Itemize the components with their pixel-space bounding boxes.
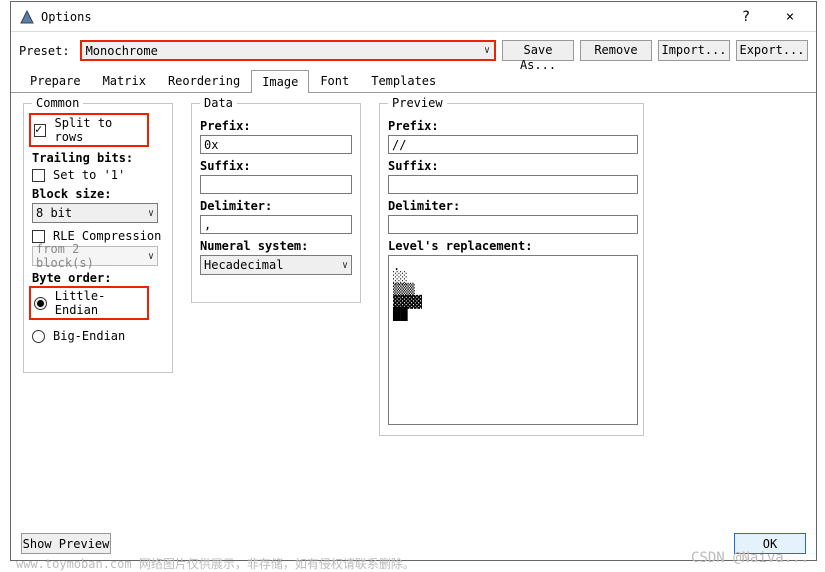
- levels-replacement-input[interactable]: .░░▒▒▒▓▓▓▓██: [388, 255, 638, 425]
- preset-select[interactable]: Monochrome ∨: [80, 40, 496, 61]
- block-size-select[interactable]: 8 bit ∨: [32, 203, 158, 223]
- legend-data: Data: [200, 96, 237, 110]
- legend-common: Common: [32, 96, 83, 110]
- chevron-down-icon: ∨: [142, 251, 154, 262]
- chevron-down-icon: ∨: [142, 208, 154, 219]
- tab-font[interactable]: Font: [309, 69, 360, 92]
- big-endian-label: Big-Endian: [53, 329, 125, 343]
- preview-suffix-input[interactable]: [388, 175, 638, 194]
- preview-delim-input[interactable]: [388, 215, 638, 234]
- remove-button[interactable]: Remove: [580, 40, 652, 61]
- save-as-button[interactable]: Save As...: [502, 40, 574, 61]
- split-rows-checkbox[interactable]: [34, 124, 46, 137]
- data-suffix-label: Suffix:: [200, 159, 352, 173]
- preview-levels-label: Level's replacement:: [388, 239, 635, 253]
- block-size-value: 8 bit: [36, 206, 72, 220]
- rle-label: RLE Compression: [53, 229, 161, 243]
- preview-delim-label: Delimiter:: [388, 199, 635, 213]
- group-data: Data Prefix: Suffix: Delimiter: Numeral …: [191, 103, 361, 303]
- set-to-1-checkbox[interactable]: [32, 169, 45, 182]
- preview-suffix-label: Suffix:: [388, 159, 635, 173]
- little-endian-radio[interactable]: [34, 297, 47, 310]
- data-prefix-input[interactable]: [200, 135, 352, 154]
- numeral-system-value: Hecadecimal: [204, 258, 283, 272]
- set-to-1-label: Set to '1': [53, 168, 125, 182]
- chevron-down-icon: ∨: [336, 260, 348, 271]
- tab-matrix[interactable]: Matrix: [92, 69, 157, 92]
- trailing-bits-label: Trailing bits:: [32, 151, 164, 165]
- tab-prepare[interactable]: Prepare: [19, 69, 92, 92]
- block-size-label: Block size:: [32, 187, 164, 201]
- tab-image[interactable]: Image: [251, 70, 309, 93]
- little-endian-label: Little-Endian: [55, 289, 144, 317]
- close-button[interactable]: ×: [768, 2, 812, 32]
- preset-value: Monochrome: [86, 44, 158, 58]
- numeral-system-select[interactable]: Hecadecimal ∨: [200, 255, 352, 275]
- data-delim-input[interactable]: [200, 215, 352, 234]
- byte-order-label: Byte order:: [32, 271, 164, 285]
- watermark-csdn: CSDN @Naiva...: [691, 550, 809, 566]
- rle-checkbox[interactable]: [32, 230, 45, 243]
- data-ns-label: Numeral system:: [200, 239, 352, 253]
- export-button[interactable]: Export...: [736, 40, 808, 61]
- titlebar: Options ? ×: [11, 2, 816, 32]
- group-common: Common Split to rows Trailing bits: Set …: [23, 103, 173, 373]
- window-title: Options: [41, 10, 724, 24]
- watermark: www.toymoban.com 网络图片仅供展示，非存储，如有侵权请联系删除。: [16, 555, 415, 572]
- tab-reordering[interactable]: Reordering: [157, 69, 251, 92]
- tab-templates[interactable]: Templates: [360, 69, 447, 92]
- group-preview: Preview Prefix: Suffix: Delimiter: Level…: [379, 103, 644, 436]
- data-prefix-label: Prefix:: [200, 119, 352, 133]
- import-button[interactable]: Import...: [658, 40, 730, 61]
- rle-from-value: from 2 block(s): [36, 242, 142, 270]
- data-delim-label: Delimiter:: [200, 199, 352, 213]
- show-preview-button[interactable]: Show Preview: [21, 533, 111, 554]
- rle-from-select: from 2 block(s) ∨: [32, 246, 158, 266]
- big-endian-radio[interactable]: [32, 330, 45, 343]
- preview-prefix-label: Prefix:: [388, 119, 635, 133]
- preview-prefix-input[interactable]: [388, 135, 638, 154]
- pattern-preview: .░░▒▒▒▓▓▓▓██: [393, 260, 633, 320]
- preset-label: Preset:: [19, 44, 70, 58]
- tabs: Prepare Matrix Reordering Image Font Tem…: [11, 69, 816, 93]
- app-icon: [19, 9, 35, 25]
- split-rows-label: Split to rows: [54, 116, 144, 144]
- help-button[interactable]: ?: [724, 2, 768, 32]
- legend-preview: Preview: [388, 96, 447, 110]
- chevron-down-icon: ∨: [478, 45, 490, 56]
- data-suffix-input[interactable]: [200, 175, 352, 194]
